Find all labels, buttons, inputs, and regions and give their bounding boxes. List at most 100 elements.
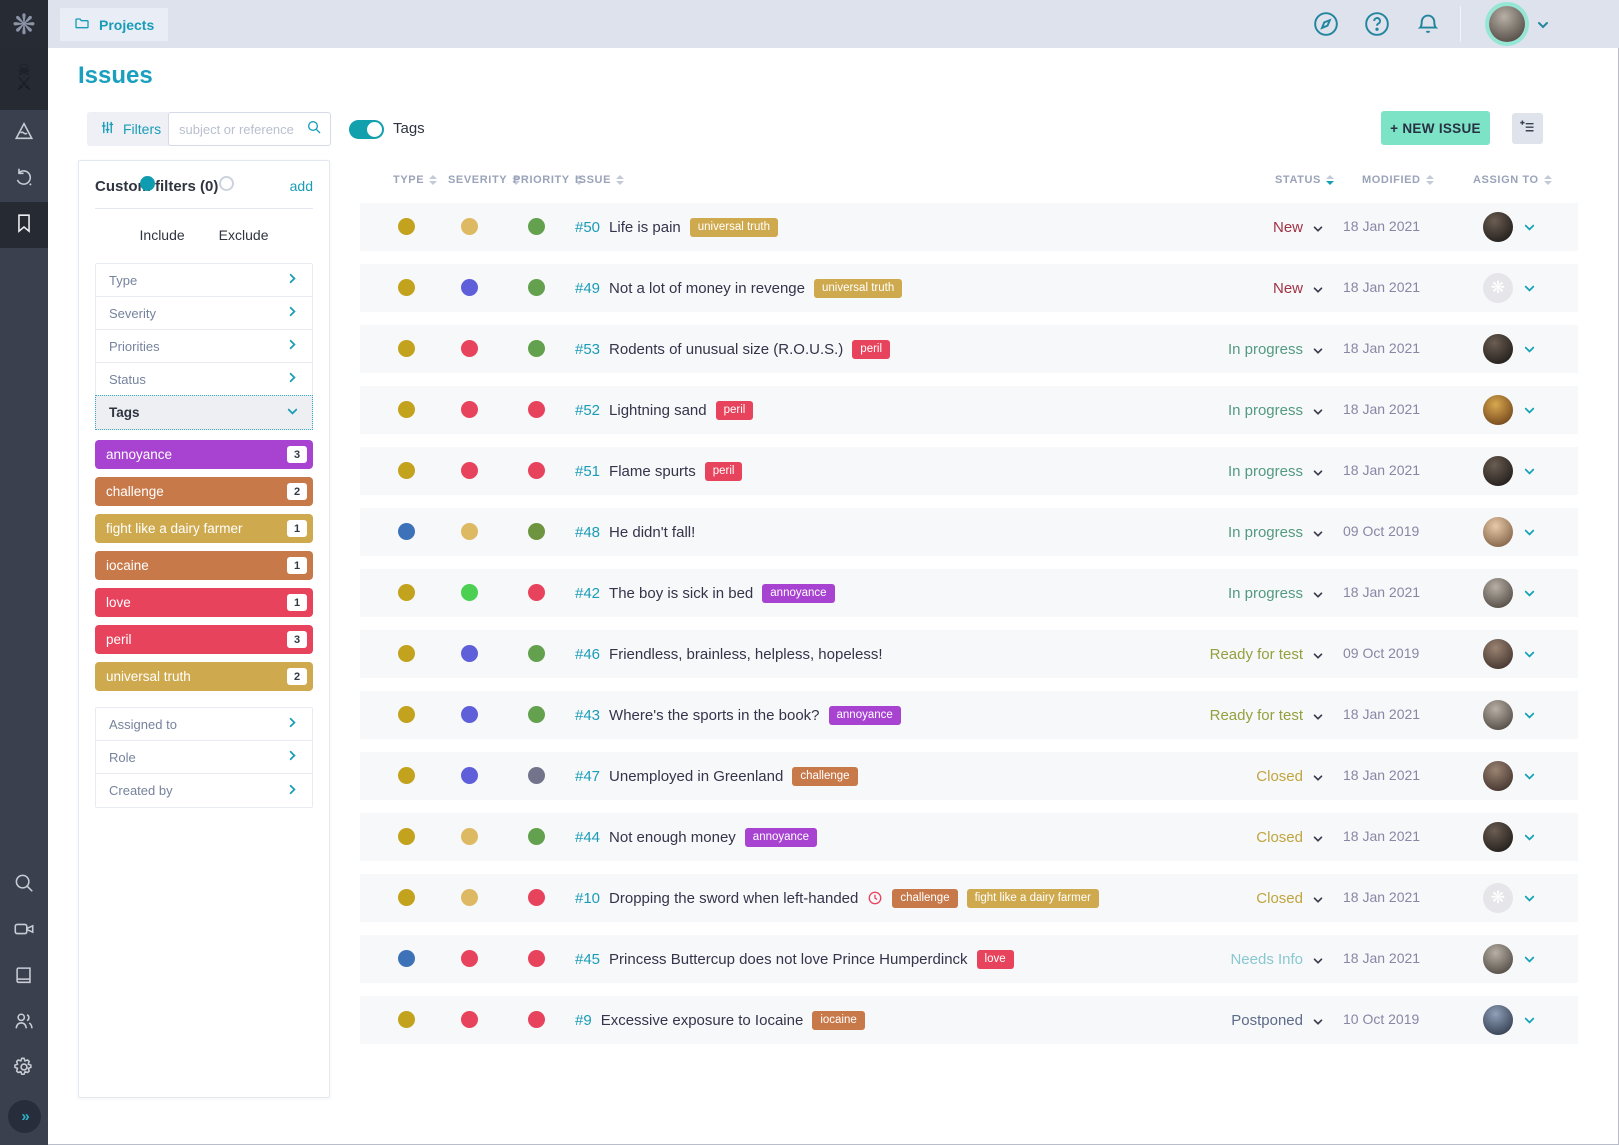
priority-dot[interactable] bbox=[528, 401, 545, 418]
type-dot[interactable] bbox=[398, 950, 415, 967]
issue-ref-link[interactable]: #51 bbox=[575, 463, 600, 480]
tags-toggle[interactable] bbox=[349, 120, 384, 139]
type-dot[interactable] bbox=[398, 279, 415, 296]
sidebar-item-wiki[interactable] bbox=[0, 954, 48, 1000]
type-dot[interactable] bbox=[398, 218, 415, 235]
issue-subject-link[interactable]: He didn't fall! bbox=[609, 524, 695, 541]
tag-filter-chip[interactable]: fight like a dairy farmer1 bbox=[95, 514, 313, 543]
assignee-chevron-down-icon[interactable] bbox=[1523, 404, 1536, 417]
issue-subject-link[interactable]: Friendless, brainless, helpless, hopeles… bbox=[609, 646, 882, 663]
new-issue-button[interactable]: + NEW ISSUE bbox=[1381, 111, 1490, 145]
sidebar-item-search[interactable] bbox=[0, 862, 48, 908]
status-dropdown[interactable]: Postponed bbox=[1103, 996, 1303, 1044]
status-dropdown[interactable]: Needs Info bbox=[1103, 935, 1303, 983]
severity-dot[interactable] bbox=[461, 889, 478, 906]
type-dot[interactable] bbox=[398, 767, 415, 784]
assignee-chevron-down-icon[interactable] bbox=[1523, 770, 1536, 783]
severity-dot[interactable] bbox=[461, 218, 478, 235]
assignee-chevron-down-icon[interactable] bbox=[1523, 343, 1536, 356]
status-chevron-down-icon[interactable] bbox=[1312, 527, 1324, 539]
issue-subject-link[interactable]: Life is pain bbox=[609, 219, 681, 236]
status-dropdown[interactable]: In progress bbox=[1103, 325, 1303, 373]
assignee-chevron-down-icon[interactable] bbox=[1523, 526, 1536, 539]
severity-dot[interactable] bbox=[461, 1011, 478, 1028]
exclude-radio[interactable]: Exclude bbox=[219, 227, 269, 243]
status-chevron-down-icon[interactable] bbox=[1312, 344, 1324, 356]
status-chevron-down-icon[interactable] bbox=[1312, 405, 1324, 417]
sidebar-item-meet-up[interactable] bbox=[0, 908, 48, 954]
issue-subject-link[interactable]: Excessive exposure to Iocaine bbox=[601, 1012, 804, 1029]
assignee-avatar[interactable] bbox=[1483, 395, 1513, 425]
severity-dot[interactable] bbox=[461, 523, 478, 540]
assignee-avatar[interactable] bbox=[1483, 334, 1513, 364]
priority-dot[interactable] bbox=[528, 645, 545, 662]
issue-ref-link[interactable]: #48 bbox=[575, 524, 600, 541]
type-dot[interactable] bbox=[398, 828, 415, 845]
assignee-avatar[interactable] bbox=[1483, 822, 1513, 852]
taiga-logo[interactable]: ❋ bbox=[0, 0, 48, 48]
tag-filter-chip[interactable]: annoyance3 bbox=[95, 440, 313, 469]
assignee-avatar[interactable] bbox=[1483, 761, 1513, 791]
project-logo[interactable]: ☠ ⚔ bbox=[0, 48, 48, 110]
priority-dot[interactable] bbox=[528, 279, 545, 296]
assignee-chevron-down-icon[interactable] bbox=[1523, 892, 1536, 905]
status-chevron-down-icon[interactable] bbox=[1312, 466, 1324, 478]
assignee-avatar[interactable] bbox=[1483, 212, 1513, 242]
assignee-avatar[interactable] bbox=[1483, 456, 1513, 486]
assignee-avatar[interactable] bbox=[1483, 700, 1513, 730]
status-chevron-down-icon[interactable] bbox=[1312, 710, 1324, 722]
severity-dot[interactable] bbox=[461, 462, 478, 479]
filter-category-severity[interactable]: Severity bbox=[96, 297, 312, 330]
priority-dot[interactable] bbox=[528, 584, 545, 601]
priority-dot[interactable] bbox=[528, 828, 545, 845]
column-header-severity[interactable]: SEVERITY bbox=[448, 174, 520, 186]
assignee-chevron-down-icon[interactable] bbox=[1523, 282, 1536, 295]
status-dropdown[interactable]: Ready for test bbox=[1103, 630, 1303, 678]
status-chevron-down-icon[interactable] bbox=[1312, 222, 1324, 234]
priority-dot[interactable] bbox=[528, 1011, 545, 1028]
assignee-chevron-down-icon[interactable] bbox=[1523, 831, 1536, 844]
issue-subject-link[interactable]: The boy is sick in bed bbox=[609, 585, 753, 602]
status-chevron-down-icon[interactable] bbox=[1312, 588, 1324, 600]
search-input[interactable] bbox=[179, 122, 306, 137]
status-chevron-down-icon[interactable] bbox=[1312, 649, 1324, 661]
filter-category-priorities[interactable]: Priorities bbox=[96, 330, 312, 363]
filter-category-tags[interactable]: Tags bbox=[96, 396, 312, 429]
column-header-type[interactable]: TYPE bbox=[393, 174, 437, 186]
status-dropdown[interactable]: In progress bbox=[1103, 508, 1303, 556]
unassigned-avatar[interactable]: ❋ bbox=[1483, 883, 1513, 913]
issue-ref-link[interactable]: #52 bbox=[575, 402, 600, 419]
type-dot[interactable] bbox=[398, 462, 415, 479]
priority-dot[interactable] bbox=[528, 218, 545, 235]
column-header-status[interactable]: STATUS bbox=[1275, 174, 1334, 186]
severity-dot[interactable] bbox=[461, 645, 478, 662]
tag-filter-chip[interactable]: universal truth2 bbox=[95, 662, 313, 691]
severity-dot[interactable] bbox=[461, 279, 478, 296]
status-chevron-down-icon[interactable] bbox=[1312, 1015, 1324, 1027]
assignee-chevron-down-icon[interactable] bbox=[1523, 221, 1536, 234]
assignee-chevron-down-icon[interactable] bbox=[1523, 465, 1536, 478]
tag-filter-chip[interactable]: iocaine1 bbox=[95, 551, 313, 580]
severity-dot[interactable] bbox=[461, 340, 478, 357]
status-dropdown[interactable]: In progress bbox=[1103, 386, 1303, 434]
status-dropdown[interactable]: New bbox=[1103, 203, 1303, 251]
type-dot[interactable] bbox=[398, 340, 415, 357]
status-chevron-down-icon[interactable] bbox=[1312, 832, 1324, 844]
tag-filter-chip[interactable]: peril3 bbox=[95, 625, 313, 654]
issue-subject-link[interactable]: Where's the sports in the book? bbox=[609, 707, 819, 724]
status-dropdown[interactable]: In progress bbox=[1103, 447, 1303, 495]
status-dropdown[interactable]: Closed bbox=[1103, 874, 1303, 922]
status-dropdown[interactable]: Closed bbox=[1103, 752, 1303, 800]
assignee-avatar[interactable] bbox=[1483, 944, 1513, 974]
issue-subject-link[interactable]: Not a lot of money in revenge bbox=[609, 280, 805, 297]
user-avatar[interactable] bbox=[1489, 6, 1525, 42]
column-header-modified[interactable]: MODIFIED bbox=[1362, 174, 1434, 186]
issue-subject-link[interactable]: Lightning sand bbox=[609, 402, 707, 419]
tag-filter-chip[interactable]: challenge2 bbox=[95, 477, 313, 506]
filter-category-status[interactable]: Status bbox=[96, 363, 312, 396]
breadcrumb[interactable]: Projects bbox=[60, 8, 168, 41]
severity-dot[interactable] bbox=[461, 584, 478, 601]
assignee-avatar[interactable] bbox=[1483, 639, 1513, 669]
issue-ref-link[interactable]: #45 bbox=[575, 951, 600, 968]
issue-ref-link[interactable]: #53 bbox=[575, 341, 600, 358]
